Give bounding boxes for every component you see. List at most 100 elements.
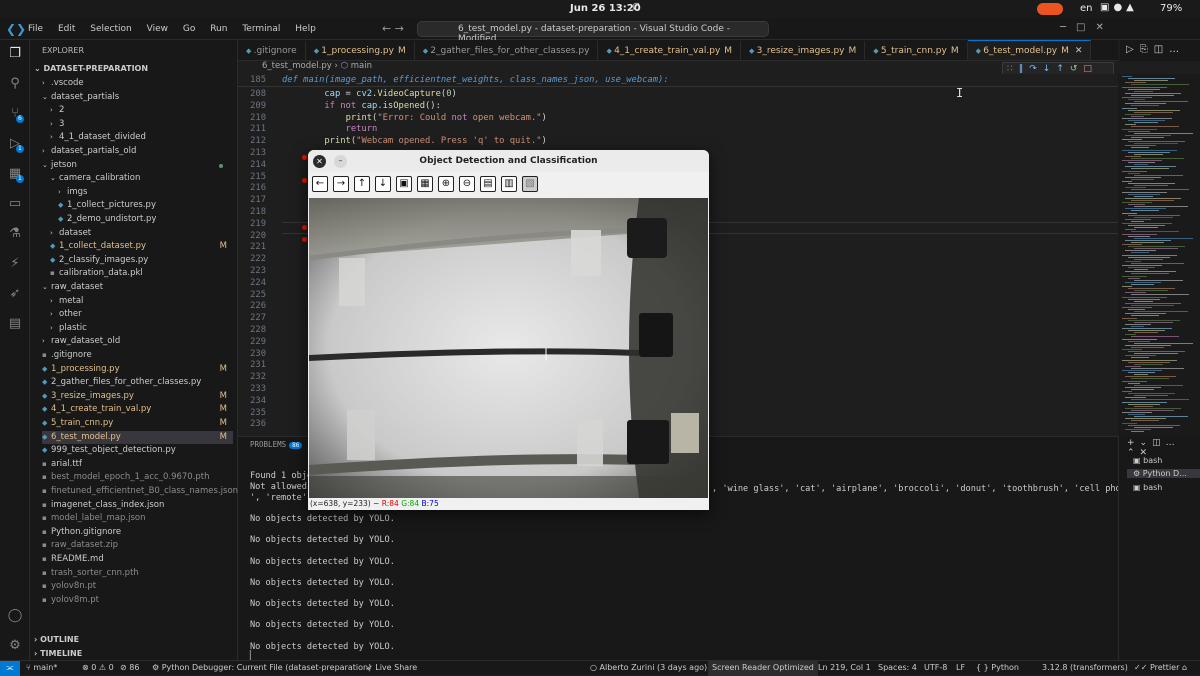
menu-edit[interactable]: Edit: [58, 24, 75, 34]
opencv-window[interactable]: Object Detection and Classification ✕ – …: [308, 150, 709, 510]
close-tab-icon[interactable]: ✕: [1075, 46, 1083, 56]
language-status[interactable]: { } Python: [976, 663, 1019, 672]
remote-indicator-icon[interactable]: ⫘: [0, 661, 20, 676]
tree-folder[interactable]: › imgs: [58, 186, 233, 199]
terminal-tools[interactable]: +⌄◫…⌃✕: [1127, 438, 1200, 458]
indent-status[interactable]: Spaces: 4: [878, 663, 917, 672]
tree-file[interactable]: ▪ raw_dataset.zip: [42, 539, 233, 552]
tree-file[interactable]: ▪ best_model_epoch_1_acc_0.9670.pth: [42, 471, 233, 484]
menu-run[interactable]: Run: [210, 24, 227, 34]
breadcrumb-symbol[interactable]: main: [351, 61, 372, 71]
workspace-root[interactable]: ⌄ DATASET-PREPARATION: [34, 64, 148, 73]
terminal-item[interactable]: ▣ bash: [1133, 456, 1162, 465]
docker-icon[interactable]: ▤: [7, 316, 23, 332]
zoom-original-icon[interactable]: ▦: [417, 176, 433, 192]
webcam-frame[interactable]: [309, 198, 708, 498]
tree-folder[interactable]: › raw_dataset_old: [42, 335, 233, 348]
tree-file[interactable]: ▪ calibration_data.pkl: [50, 267, 233, 280]
menu-help[interactable]: Help: [295, 24, 316, 34]
editor-actions[interactable]: ▷⎘◫…: [1120, 40, 1200, 61]
nav-arrows-icon[interactable]: ← →: [382, 22, 404, 35]
thunder-icon[interactable]: ⚡: [7, 256, 23, 272]
command-center[interactable]: 6_test_model.py - dataset-preparation - …: [417, 21, 769, 44]
interpreter-status[interactable]: 3.12.8 (transformers): [1042, 663, 1128, 672]
menu-file[interactable]: File: [28, 24, 43, 34]
extensions-icon[interactable]: ▦ 1: [7, 166, 24, 183]
ports-status[interactable]: ⊘ 86: [120, 663, 139, 672]
tree-file[interactable]: ▪ .gitignore: [42, 349, 233, 362]
zoom-out-icon[interactable]: ⊖: [459, 176, 475, 192]
notifications-icon[interactable]: ⌂: [1182, 663, 1187, 672]
breakpoint-icon[interactable]: [302, 155, 307, 160]
tree-file[interactable]: ◆ 1_processing.py M: [42, 363, 233, 376]
opencv-window-title[interactable]: Object Detection and Classification: [308, 150, 709, 172]
menu-terminal[interactable]: Terminal: [242, 24, 280, 34]
screen-reader-status[interactable]: Screen Reader Optimized: [708, 661, 818, 676]
zoom-fit-icon[interactable]: ▣: [396, 176, 412, 192]
problems-status[interactable]: ⊗ 0 ⚠ 0: [82, 663, 114, 672]
tree-file[interactable]: ▪ yolov8m.pt: [42, 594, 233, 607]
window-controls[interactable]: ─□✕: [1060, 22, 1114, 33]
tree-file[interactable]: ▪ yolov8n.pt: [42, 580, 233, 593]
sticky-scroll[interactable]: 185 def main(image_path, efficientnet_we…: [238, 74, 1118, 87]
source-control-icon[interactable]: ⑂ 6: [7, 106, 24, 123]
tree-file[interactable]: ◆ 2_classify_images.py: [50, 254, 233, 267]
search-icon[interactable]: ⚲: [7, 76, 23, 92]
explorer-icon[interactable]: ❐: [7, 46, 23, 62]
tree-folder[interactable]: › 3: [50, 118, 233, 131]
breakpoint-icon[interactable]: [302, 178, 307, 183]
prettier-status[interactable]: ✓✓ Prettier: [1134, 663, 1179, 672]
tree-folder[interactable]: › dataset: [50, 227, 233, 240]
breakpoint-icon[interactable]: [302, 225, 307, 230]
eol-status[interactable]: LF: [956, 663, 965, 672]
tree-file[interactable]: ◆ 1_collect_dataset.py M: [50, 240, 233, 253]
minimize-icon[interactable]: –: [334, 155, 347, 168]
keyboard-language[interactable]: en: [1080, 3, 1093, 14]
tree-folder[interactable]: › plastic: [50, 322, 233, 335]
minimap[interactable]: [1118, 74, 1200, 436]
properties-icon[interactable]: ▥: [501, 176, 517, 192]
tree-folder[interactable]: ⌄ jetson: [42, 159, 233, 172]
run-debug-icon[interactable]: ▷ 1: [7, 136, 24, 153]
tree-folder[interactable]: › other: [50, 308, 233, 321]
step-into-icon[interactable]: ↓: [1043, 64, 1057, 74]
branch-status[interactable]: ⑂ main*: [26, 663, 57, 672]
panel-tab-problems[interactable]: PROBLEMS 86: [250, 440, 303, 449]
tree-file[interactable]: ▪ imagenet_class_index.json: [42, 499, 233, 512]
settings-gear-icon[interactable]: ⚙: [7, 638, 23, 654]
outline-section[interactable]: › OUTLINE: [34, 635, 79, 644]
close-icon[interactable]: ✕: [313, 155, 326, 168]
tree-folder[interactable]: › dataset_partials_old: [42, 145, 233, 158]
step-out-icon[interactable]: ↑: [1056, 64, 1070, 74]
recording-indicator[interactable]: [1037, 3, 1063, 15]
breakpoint-icon[interactable]: [302, 237, 307, 242]
tree-file[interactable]: ◆ 6_test_model.py M: [42, 430, 233, 444]
timeline-section[interactable]: › TIMELINE: [34, 649, 82, 658]
battery-percent[interactable]: 79%: [1160, 3, 1182, 14]
tree-file[interactable]: ▪ README.md: [42, 553, 233, 566]
tree-folder[interactable]: › metal: [50, 295, 233, 308]
tree-folder[interactable]: › .vscode: [42, 77, 233, 90]
live-share-status[interactable]: ➶ Live Share: [366, 663, 417, 672]
live-share-icon[interactable]: ➶: [7, 286, 23, 302]
git-blame-status[interactable]: ○ Alberto Zurini (3 days ago): [590, 663, 707, 672]
system-clock[interactable]: Jun 26 13:20: [570, 3, 641, 14]
save-icon[interactable]: ▤: [480, 176, 496, 192]
pause-icon[interactable]: ‖: [1019, 64, 1030, 74]
tree-file[interactable]: ◆ 3_resize_images.py M: [42, 390, 233, 403]
print-icon[interactable]: ▧: [522, 176, 538, 192]
tree-file[interactable]: ▪ model_label_map.json: [42, 512, 233, 525]
terminal-item[interactable]: ⚙ Python D...: [1127, 469, 1200, 478]
editor-tab[interactable]: ◆ 5_train_cnn.py M: [865, 41, 968, 60]
tree-file[interactable]: ◆ 999_test_object_detection.py: [42, 444, 233, 457]
editor-tab[interactable]: ◆ 2_gather_files_for_other_classes.py: [415, 41, 599, 60]
drag-handle-icon[interactable]: ∷: [1007, 64, 1019, 74]
cursor-position[interactable]: Ln 219, Col 1: [818, 663, 871, 672]
editor-tab[interactable]: ◆ 1_processing.py M: [306, 41, 415, 60]
stop-icon[interactable]: □: [1083, 64, 1098, 74]
testing-icon[interactable]: ⚗: [7, 226, 23, 242]
pan-right-icon[interactable]: →: [333, 176, 349, 192]
menu-selection[interactable]: Selection: [90, 24, 131, 34]
menu-go[interactable]: Go: [183, 24, 195, 34]
tree-file[interactable]: ◆ 4_1_create_train_val.py M: [42, 403, 233, 416]
